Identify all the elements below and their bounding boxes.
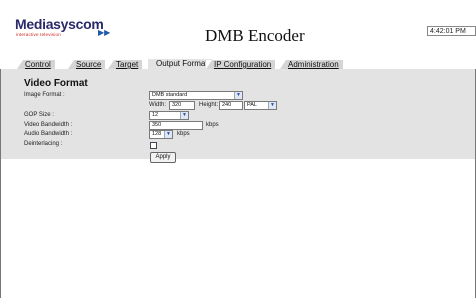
section-title: Video Format [24, 78, 88, 89]
apply-button[interactable]: Apply [150, 152, 176, 163]
image-format-select[interactable]: DMB standard ▼ [149, 91, 243, 100]
fast-forward-icon: ▶▶ [98, 28, 111, 37]
brand-name: Mediasyscom [15, 16, 104, 32]
audio-bandwidth-value: 128 [152, 131, 162, 137]
width-input[interactable]: 320 [169, 101, 195, 110]
audio-bandwidth-label: Audio Bandwidth : [24, 131, 73, 137]
image-format-label: Image Format : [24, 92, 65, 98]
video-bandwidth-unit: kbps [206, 122, 219, 128]
tab-source[interactable]: Source [68, 60, 106, 69]
audio-bandwidth-unit: kbps [177, 131, 190, 137]
clock-display: 4:42:01 PM [427, 26, 476, 36]
image-format-value: DMB standard [152, 92, 188, 98]
tab-ip-configuration[interactable]: IP Configuration [206, 60, 276, 69]
standard-select[interactable]: PAL ▼ [244, 101, 277, 110]
chevron-down-icon: ▼ [164, 131, 172, 138]
gop-size-select[interactable]: 12 ▼ [149, 111, 189, 120]
height-input[interactable]: 240 [219, 101, 243, 110]
deinterlacing-label: Deinterlacing : [24, 141, 63, 147]
chevron-down-icon: ▼ [180, 112, 188, 119]
audio-bandwidth-select[interactable]: 128 ▼ [149, 130, 173, 139]
brand-tagline: interactive television [16, 32, 61, 37]
deinterlacing-checkbox[interactable] [150, 142, 157, 149]
video-bandwidth-input[interactable]: 350 [149, 121, 203, 130]
width-label: Width: [149, 102, 167, 108]
chevron-down-icon: ▼ [268, 102, 276, 109]
gop-size-value: 12 [152, 112, 159, 118]
tab-administration[interactable]: Administration [280, 60, 343, 69]
standard-value: PAL [247, 102, 257, 108]
page-title: DMB Encoder [205, 26, 305, 45]
height-label: Height: [199, 102, 219, 108]
chevron-down-icon: ▼ [234, 92, 242, 99]
tab-control[interactable]: Control [17, 60, 55, 69]
header: Mediasyscom interactive television ▶▶ DM… [0, 0, 476, 58]
gop-size-label: GOP Size : [24, 112, 54, 118]
brand-logo: Mediasyscom interactive television ▶▶ [15, 16, 125, 42]
video-bandwidth-label: Video Bandwidth : [24, 122, 73, 128]
tab-target[interactable]: Target [108, 60, 143, 69]
